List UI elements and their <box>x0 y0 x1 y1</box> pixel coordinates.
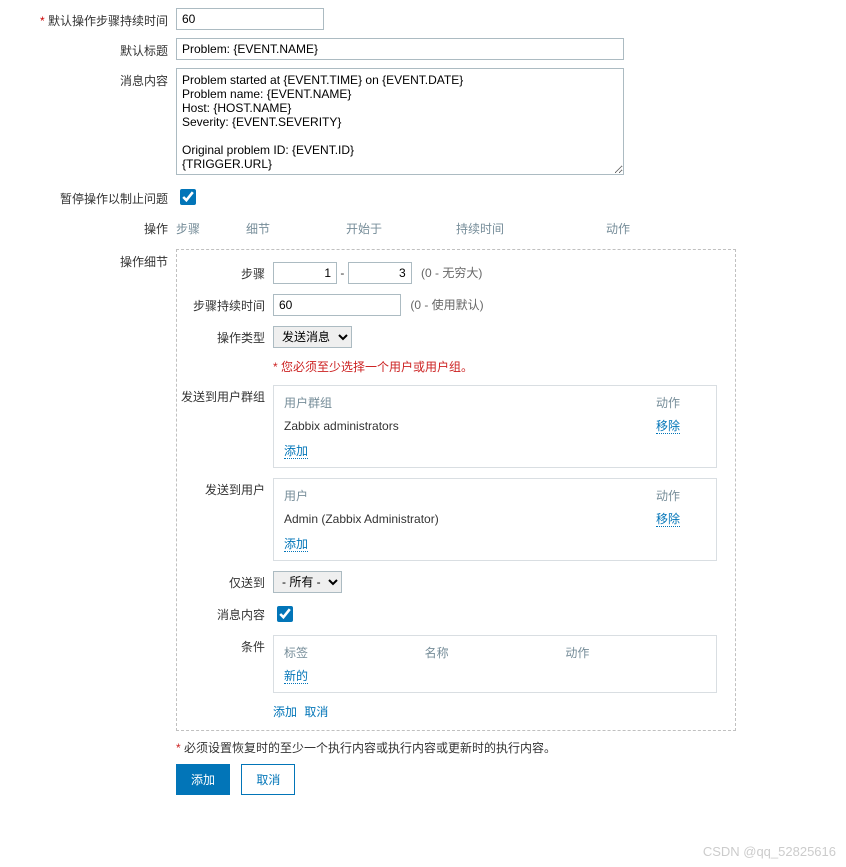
pause-checkbox[interactable] <box>180 189 196 205</box>
table-row: Zabbix administrators 移除 <box>284 417 706 434</box>
message-textarea[interactable] <box>176 68 624 175</box>
conditions-box: 标签 名称 动作 新的 <box>273 635 717 693</box>
default-duration-input[interactable] <box>176 8 324 30</box>
steps-label: 步骤 <box>177 262 273 282</box>
u-remove-link[interactable]: 移除 <box>656 512 680 527</box>
operations-header: 步骤 细节 开始于 持续时间 动作 <box>176 216 838 241</box>
cond-header-tag: 标签 <box>284 644 425 661</box>
watermark: CSDN @qq_52825616 <box>703 844 836 859</box>
user-groups-label: 发送到用户群组 <box>177 385 273 405</box>
default-duration-label: 默认操作步骤持续时间 <box>8 8 176 29</box>
table-row: Admin (Zabbix Administrator) 移除 <box>284 510 706 527</box>
u-header-name: 用户 <box>284 487 656 504</box>
default-title-label: 默认标题 <box>8 38 176 59</box>
th-action: 动作 <box>606 220 650 237</box>
u-row-name: Admin (Zabbix Administrator) <box>284 512 656 526</box>
op-type-select[interactable]: 发送消息 <box>273 326 352 348</box>
ug-add-link[interactable]: 添加 <box>284 444 308 459</box>
steps-hint: (0 - 无穷大) <box>421 266 482 280</box>
th-step: 步骤 <box>176 220 246 237</box>
users-label: 发送到用户 <box>177 478 273 498</box>
cond-header-action: 动作 <box>565 644 706 661</box>
details-panel: 步骤 - (0 - 无穷大) 步骤持续时间 (0 - 使用默认) 操作类型 <box>176 249 736 731</box>
recovery-note: 必须设置恢复时的至少一个执行内容或执行内容或更新时的执行内容。 <box>184 741 556 755</box>
step-duration-label: 步骤持续时间 <box>177 294 273 314</box>
details-label: 操作细节 <box>8 249 176 270</box>
ug-remove-link[interactable]: 移除 <box>656 419 680 434</box>
msg-content-checkbox[interactable] <box>277 606 293 622</box>
th-start: 开始于 <box>346 220 456 237</box>
ug-header-name: 用户群组 <box>284 394 656 411</box>
th-duration: 持续时间 <box>456 220 606 237</box>
pause-label: 暂停操作以制止问题 <box>8 186 176 207</box>
msg-content-label: 消息内容 <box>177 603 273 623</box>
user-groups-box: 用户群组 动作 Zabbix administrators 移除 添加 <box>273 385 717 468</box>
details-cancel-link[interactable]: 取消 <box>304 705 328 719</box>
th-detail: 细节 <box>246 220 346 237</box>
op-type-label: 操作类型 <box>177 326 273 346</box>
cond-header-name: 名称 <box>425 644 566 661</box>
ug-header-action: 动作 <box>656 394 706 411</box>
steps-from-input[interactable] <box>273 262 337 284</box>
operations-label: 操作 <box>8 216 176 237</box>
default-title-input[interactable] <box>176 38 624 60</box>
cancel-button[interactable]: 取消 <box>241 764 295 795</box>
cond-new-link[interactable]: 新的 <box>284 669 308 684</box>
step-duration-input[interactable] <box>273 294 401 316</box>
users-box: 用户 动作 Admin (Zabbix Administrator) 移除 添加 <box>273 478 717 561</box>
details-add-link[interactable]: 添加 <box>273 705 297 719</box>
message-label: 消息内容 <box>8 68 176 89</box>
step-duration-hint: (0 - 使用默认) <box>410 298 483 312</box>
u-header-action: 动作 <box>656 487 706 504</box>
add-button[interactable]: 添加 <box>176 764 230 795</box>
ug-row-name: Zabbix administrators <box>284 419 656 433</box>
send-only-label: 仅送到 <box>177 571 273 591</box>
send-only-select[interactable]: - 所有 - <box>273 571 342 593</box>
u-add-link[interactable]: 添加 <box>284 537 308 552</box>
steps-to-input[interactable] <box>348 262 412 284</box>
validation-error: * 您必须至少选择一个用户或用户组。 <box>273 360 473 374</box>
conditions-label: 条件 <box>177 635 273 655</box>
